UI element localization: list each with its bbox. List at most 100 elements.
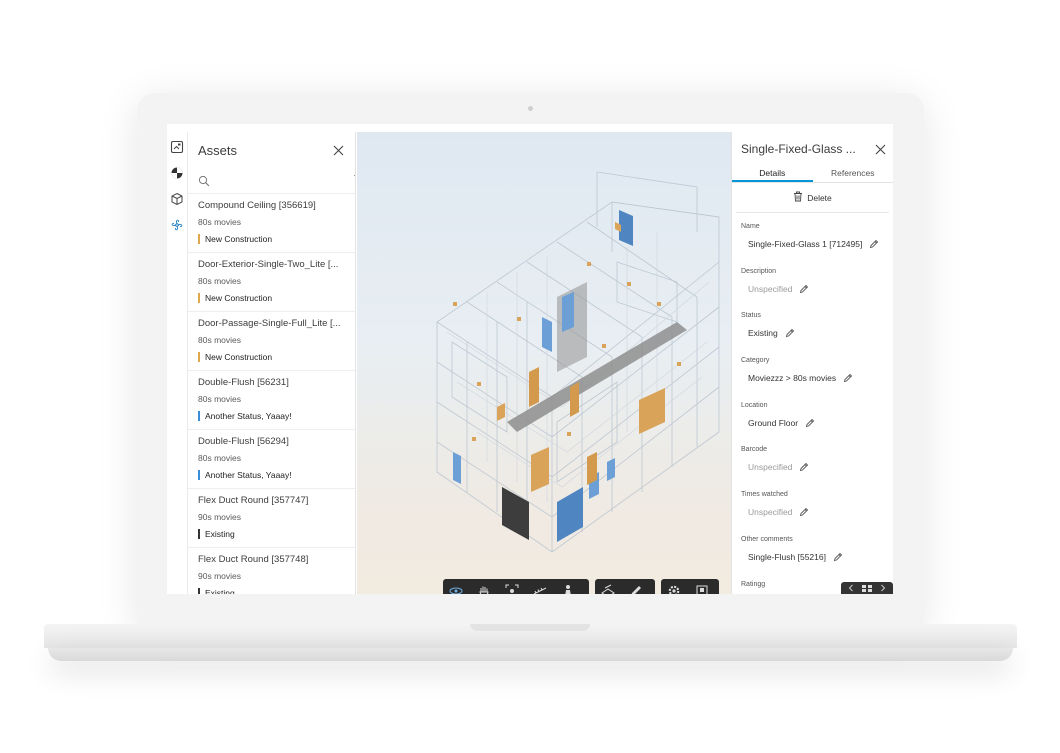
detail-field: Status Existing [732, 302, 893, 347]
asset-list-item[interactable]: Flex Duct Round [357747] 90s movies Existi… [188, 489, 355, 548]
trash-icon [793, 191, 803, 204]
asset-category: 80s movies [198, 276, 241, 286]
pencil-icon[interactable] [833, 552, 843, 562]
asset-list-item[interactable]: Door-Passage-Single-Full_Lite [... 80s mo… [188, 312, 355, 371]
image-icon[interactable] [170, 140, 184, 154]
field-list: Name Single-Fixed-Glass 1 [712495] Descrip… [732, 213, 893, 594]
pencil-icon[interactable] [805, 418, 815, 428]
detail-field: Category Moviezzz > 80s movies [732, 347, 893, 392]
asset-name: Flex Duct Round [357748] [198, 554, 309, 565]
field-label: Barcode [741, 446, 768, 454]
tab-references[interactable]: References [813, 166, 894, 182]
asset-status: Existing [198, 588, 345, 594]
box-icon[interactable] [170, 192, 184, 206]
asset-list-item[interactable]: Door-Exterior-Single-Two_Lite [... 80s mo… [188, 253, 355, 312]
detail-field: Description Unspecified [732, 258, 893, 303]
detail-field: Location Ground Floor [732, 392, 893, 437]
status-label: Existing [205, 588, 235, 594]
detail-field: Other comments Single-Flush [55216] [732, 526, 893, 571]
field-value-row: Single-Fixed-Glass 1 [712495] [741, 239, 884, 249]
filter-icon[interactable] [354, 174, 355, 188]
field-label: Category [741, 357, 770, 365]
orbit-icon[interactable] [449, 584, 463, 594]
field-value-row: Existing [741, 328, 884, 338]
asset-name: Door-Passage-Single-Full_Lite [... [198, 318, 341, 329]
asset-category: 80s movies [198, 394, 241, 404]
globe-icon[interactable] [170, 166, 184, 180]
app-screen: Assets Compound Ceiling [356619] 80s movi… [167, 124, 893, 594]
search-icon [198, 174, 210, 188]
settings-toolbar [661, 579, 719, 594]
person-icon[interactable] [561, 584, 575, 594]
field-value-row: Ground Floor [741, 418, 884, 428]
assets-title: Assets [198, 142, 238, 158]
field-value-row: Unspecified [741, 284, 884, 294]
pencil-icon[interactable] [785, 328, 795, 338]
field-label: Times watched [741, 491, 788, 499]
close-icon[interactable] [331, 143, 345, 157]
asset-category: 80s movies [198, 453, 241, 463]
asset-name: Door-Exterior-Single-Two_Lite [... [198, 259, 339, 270]
field-value: Single-Flush [55216] [748, 551, 826, 562]
close-icon[interactable] [873, 142, 887, 156]
markup-icon[interactable] [629, 584, 643, 594]
asset-status: New Construction [198, 234, 345, 244]
chevron-right-icon[interactable] [880, 579, 886, 594]
delete-label: Delete [807, 192, 832, 203]
navigation-toolbar [443, 579, 589, 594]
asset-list-item[interactable]: Double-Flush [56294] 80s movies Another St… [188, 430, 355, 489]
details-title: Single-Fixed-Glass ... [741, 142, 856, 156]
asset-name: Double-Flush [56231] [198, 377, 289, 388]
asset-name: Flex Duct Round [357747] [198, 495, 309, 506]
status-label: New Construction [205, 352, 273, 362]
search-input[interactable] [216, 175, 348, 186]
field-value: Existing [748, 328, 778, 339]
section-icon[interactable] [601, 584, 615, 594]
model-viewer[interactable] [357, 132, 731, 594]
delete-button[interactable]: Delete [736, 183, 889, 213]
status-color-bar [198, 588, 200, 594]
detail-field: Name Single-Fixed-Glass 1 [712495] [732, 213, 893, 258]
chevron-left-icon[interactable] [848, 579, 854, 594]
field-label: Status [741, 312, 761, 320]
asset-status: Another Status, Yaaay! [198, 470, 345, 480]
fit-icon[interactable] [505, 584, 519, 594]
laptop-notch [470, 624, 590, 631]
field-value-row: Unspecified [741, 462, 884, 472]
asset-status: Another Status, Yaaay! [198, 411, 345, 421]
camera-dot [528, 106, 533, 111]
asset-category: 80s movies [198, 217, 241, 227]
status-color-bar [198, 529, 200, 539]
detail-field: Times watched Unspecified [732, 481, 893, 526]
asset-list-item[interactable]: Compound Ceiling [356619] 80s movies New C… [188, 194, 355, 253]
details-panel: Single-Fixed-Glass ... Details Reference… [731, 132, 893, 594]
field-value: Moviezzz > 80s movies [748, 373, 837, 384]
field-value-row: Unspecified [741, 507, 884, 517]
asset-status: New Construction [198, 352, 345, 362]
building-model[interactable] [357, 132, 731, 594]
details-header: Single-Fixed-Glass ... [732, 132, 893, 166]
view-switch-bar [841, 582, 893, 594]
pencil-icon[interactable] [843, 373, 853, 383]
field-label: Name [741, 223, 760, 230]
pencil-icon[interactable] [799, 462, 809, 472]
pencil-icon[interactable] [869, 239, 879, 249]
field-label: Description [741, 267, 777, 275]
settings-icon[interactable] [667, 584, 681, 594]
grid-icon[interactable] [861, 579, 873, 594]
pencil-icon[interactable] [799, 507, 809, 517]
asset-category: 80s movies [198, 335, 241, 345]
measure-icon[interactable] [533, 584, 547, 594]
tab-details[interactable]: Details [732, 166, 813, 182]
asset-list: Compound Ceiling [356619] 80s movies New C… [188, 194, 355, 594]
pencil-icon[interactable] [799, 284, 809, 294]
asset-list-item[interactable]: Double-Flush [56231] 80s movies Another St… [188, 371, 355, 430]
field-label: Other comments [741, 535, 793, 543]
fan-icon[interactable] [170, 218, 184, 232]
field-value: Single-Fixed-Glass 1 [712495] [748, 239, 863, 249]
field-value: Ground Floor [748, 417, 799, 428]
field-value: Unspecified [748, 507, 793, 518]
fullscreen-icon[interactable] [695, 584, 709, 594]
pan-icon[interactable] [477, 584, 491, 594]
asset-list-item[interactable]: Flex Duct Round [357748] 90s movies Existi… [188, 548, 355, 594]
